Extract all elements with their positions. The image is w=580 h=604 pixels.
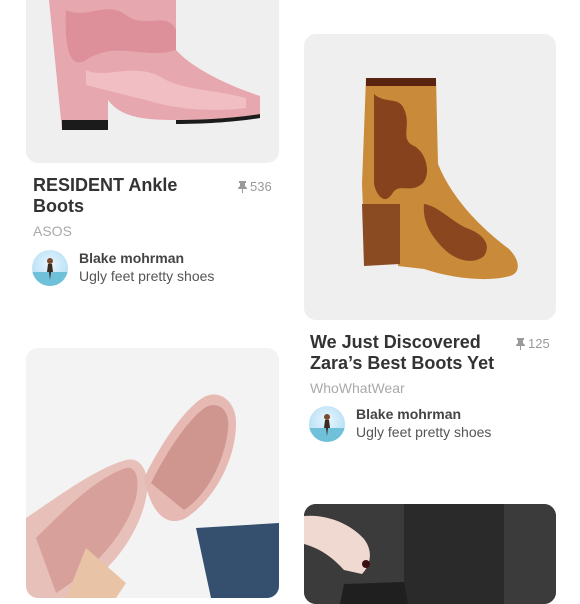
board-name[interactable]: Ugly feet pretty shoes <box>356 424 491 440</box>
pin-icon <box>238 181 247 193</box>
pin-image-resident-ankle-boots[interactable] <box>26 0 279 163</box>
pinner-name[interactable]: Blake mohrman <box>79 250 184 266</box>
pink-velvet-espadrilles-image <box>26 394 279 598</box>
pink-velvet-boot-image <box>49 0 260 130</box>
pinner-name[interactable]: Blake mohrman <box>356 406 461 422</box>
avatar-image <box>309 414 345 442</box>
save-count-label: 125 <box>528 336 550 351</box>
pin-title-zara-boots[interactable]: We Just Discovered Zara’s Best Boots Yet <box>310 332 510 374</box>
avatar[interactable] <box>309 406 345 442</box>
pin-source-whowhatwear[interactable]: WhoWhatWear <box>310 380 405 396</box>
floral-velvet-boot-image <box>362 78 518 280</box>
save-count-label: 536 <box>250 179 272 194</box>
pin-image-velvet-espadrilles[interactable] <box>26 348 279 598</box>
save-count-1: 536 <box>237 179 272 194</box>
avatar[interactable] <box>32 250 68 286</box>
pin-image-dark-boots[interactable] <box>304 504 556 604</box>
pin-image-zara-boots[interactable] <box>304 34 556 320</box>
pin-source-asos[interactable]: ASOS <box>33 223 72 239</box>
dark-boots-image <box>304 504 556 604</box>
pin-title-resident-ankle-boots[interactable]: RESIDENT Ankle Boots <box>33 175 203 217</box>
save-count-2: 125 <box>515 336 550 351</box>
board-name[interactable]: Ugly feet pretty shoes <box>79 268 214 284</box>
avatar-image <box>32 258 68 286</box>
pin-icon <box>516 338 525 350</box>
